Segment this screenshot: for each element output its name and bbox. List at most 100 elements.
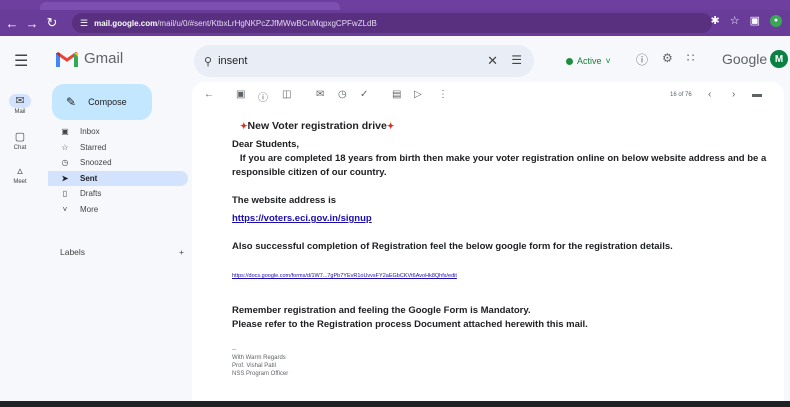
- search-bar[interactable]: ⚲ insent ✕ ☰: [194, 45, 534, 77]
- email-title: ✦New Voter registration drive✦: [240, 120, 772, 132]
- email-title-text: New Voter registration drive: [247, 120, 387, 132]
- sidebar-item-label: Inbox: [80, 127, 100, 137]
- sidebar-item-starred[interactable]: ☆ Starred: [48, 140, 188, 156]
- paragraph-registration: If you are completed 18 years from birth…: [232, 153, 769, 178]
- signature-line: With Warm Regards: [232, 355, 286, 361]
- compose-label: Compose: [88, 97, 127, 107]
- add-task-icon[interactable]: ✓: [360, 89, 368, 100]
- status-label: Active: [577, 56, 602, 66]
- mail-icon: ✉: [9, 94, 31, 108]
- pencil-icon: ✎: [66, 95, 77, 109]
- labels-section: Labels +: [60, 247, 184, 257]
- report-spam-icon[interactable]: ⓘ: [258, 89, 268, 104]
- status-chip[interactable]: Active ˅: [558, 50, 619, 72]
- sidebar-item-label: Starred: [80, 142, 107, 152]
- pin-icon: ✦: [240, 121, 248, 131]
- app-name: Gmail: [84, 50, 124, 67]
- rail-label: Meet: [13, 179, 27, 185]
- delete-icon[interactable]: ◫: [282, 89, 291, 100]
- email-body: ✦New Voter registration drive✦ Dear Stud…: [232, 120, 772, 378]
- snooze-icon[interactable]: ◷: [338, 89, 347, 100]
- url-text: mail.google.com/mail/u/0/#sent/KtbxLrHgN…: [94, 18, 377, 28]
- gmail-header: ☰ Gmail ⚲ insent ✕ ☰ Active ˅ ⓘ ⚙ ∷ Goog…: [0, 36, 790, 86]
- rail-label: Chat: [13, 145, 27, 151]
- chevron-down-icon: ˅: [62, 204, 68, 214]
- settings-icon[interactable]: ⚙: [662, 51, 673, 68]
- clock-icon: ◷: [61, 158, 69, 168]
- sidebar-item-label: Sent: [80, 173, 98, 183]
- site-info-icon[interactable]: ☰: [80, 18, 88, 29]
- search-input[interactable]: insent: [218, 55, 247, 67]
- back-icon[interactable]: ←: [4, 16, 20, 31]
- add-label-icon[interactable]: +: [179, 247, 184, 257]
- close-icon[interactable]: ✕: [487, 53, 498, 69]
- pin-icon: ✦: [386, 121, 395, 131]
- chevron-left-icon[interactable]: ‹: [708, 89, 711, 100]
- sidebar-item-more[interactable]: ˅ More: [48, 202, 188, 218]
- forward-icon[interactable]: →: [24, 16, 40, 31]
- sidebar-item-snoozed[interactable]: ◷ Snoozed: [48, 155, 188, 171]
- archive-icon[interactable]: ▣: [236, 89, 245, 100]
- avatar[interactable]: M: [770, 50, 788, 68]
- inbox-icon: ▣: [61, 127, 69, 137]
- extension-icon[interactable]: ✱: [711, 14, 720, 27]
- profile-icon[interactable]: ●: [770, 14, 782, 27]
- more-options-icon[interactable]: ⋮: [438, 89, 448, 100]
- form-link[interactable]: https://docs.google.com/forms/d/1W7...7g…: [232, 273, 457, 279]
- compose-button[interactable]: ✎ Compose: [52, 84, 152, 120]
- send-icon: ➤: [61, 173, 69, 183]
- sidebar-item-drafts[interactable]: ▯ Drafts: [48, 186, 188, 202]
- website-intro: The website address is: [232, 195, 337, 206]
- move-to-icon[interactable]: ▤: [392, 89, 401, 100]
- sidebar-item-sent[interactable]: ➤ Sent: [48, 170, 188, 186]
- sidebar-item-inbox[interactable]: ▣ Inbox: [48, 124, 188, 140]
- greeting: Dear Students,: [232, 139, 300, 150]
- signature-line: Prof. Vishal Patil: [232, 363, 276, 369]
- gmail-logo[interactable]: Gmail: [56, 50, 123, 67]
- browser-toolbar: ← → ↻ ☰ mail.google.com/mail/u/0/#sent/K…: [0, 10, 790, 36]
- meet-icon: ▵: [17, 165, 23, 177]
- signature-line: NSS Program Officer: [232, 371, 289, 377]
- sidebar-item-label: More: [80, 204, 99, 214]
- address-bar[interactable]: ☰ mail.google.com/mail/u/0/#sent/KtbxLrH…: [72, 13, 712, 33]
- apps-grid-icon[interactable]: ∷: [687, 51, 695, 68]
- input-tools-icon[interactable]: ▬: [752, 89, 762, 100]
- chat-icon: ▢: [14, 131, 26, 143]
- sidebar-nav: ▣ Inbox ☆ Starred ◷ Snoozed ➤ Sent ▯ Dra…: [48, 124, 188, 217]
- taskbar: [0, 401, 790, 407]
- chevron-down-icon: ˅: [605, 56, 611, 66]
- google-wordmark: Google: [722, 51, 768, 67]
- mark-unread-icon[interactable]: ✉: [316, 89, 324, 100]
- browser-tab[interactable]: [40, 2, 340, 10]
- paragraph-form: Also successful completion of Registrati…: [232, 241, 673, 252]
- rail-item-chat[interactable]: ▢ Chat: [0, 130, 40, 151]
- reload-icon[interactable]: ↻: [44, 15, 60, 31]
- rail-label: Mail: [14, 109, 26, 115]
- back-arrow-icon[interactable]: ←: [204, 89, 214, 100]
- star-icon: ☆: [61, 142, 69, 152]
- chevron-right-icon[interactable]: ›: [732, 89, 735, 100]
- side-panel-icon[interactable]: ▣: [750, 14, 760, 27]
- main-menu-icon[interactable]: ☰: [14, 51, 28, 71]
- website-link[interactable]: https://voters.eci.gov.in/signup: [232, 213, 372, 224]
- reminder-text: Remember registration and feeling the Go…: [232, 305, 531, 316]
- message-pane: ← ▣ ⓘ ◫ ✉ ◷ ✓ ▤ ▷ ⋮ 16 of 76 ‹ › ▬ ✦New …: [192, 82, 784, 402]
- signature-dash: --: [232, 347, 236, 353]
- bookmark-star-icon[interactable]: ☆: [730, 14, 740, 27]
- app-rail: ✉ Mail ▢ Chat ▵ Meet: [0, 86, 40, 407]
- sidebar-item-label: Drafts: [80, 189, 102, 199]
- message-toolbar: ← ▣ ⓘ ◫ ✉ ◷ ✓ ▤ ▷ ⋮ 16 of 76 ‹ › ▬: [192, 82, 784, 110]
- rail-item-mail[interactable]: ✉ Mail: [0, 94, 40, 115]
- sidebar-item-label: Snoozed: [80, 158, 112, 168]
- labels-heading: Labels: [60, 247, 86, 257]
- help-icon[interactable]: ⓘ: [636, 51, 648, 68]
- pager-text: 16 of 76: [670, 92, 692, 98]
- search-icon[interactable]: ⚲: [204, 55, 212, 68]
- search-options-icon[interactable]: ☰: [511, 53, 522, 67]
- gmail-m-icon: [56, 51, 78, 67]
- status-dot: [566, 57, 573, 65]
- rail-item-meet[interactable]: ▵ Meet: [0, 164, 40, 185]
- label-icon[interactable]: ▷: [414, 89, 422, 100]
- draft-icon: ▯: [62, 189, 68, 199]
- refer-text: Please refer to the Registration process…: [232, 319, 588, 330]
